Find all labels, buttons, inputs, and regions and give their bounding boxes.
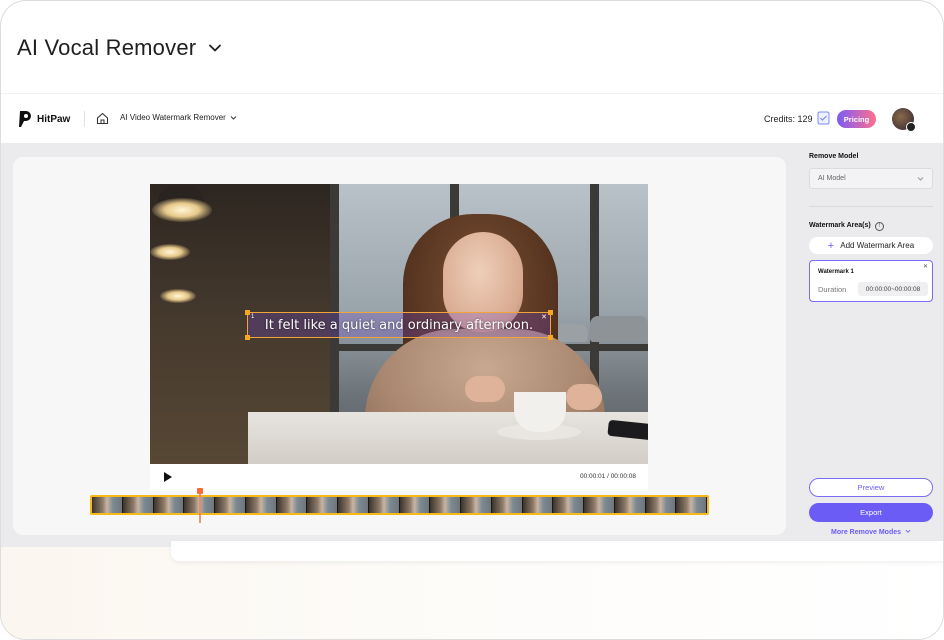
- app-header: HitPaw AI Video Watermark Remover Credit…: [1, 96, 943, 143]
- resize-handle[interactable]: [245, 335, 250, 340]
- plus-icon: +: [827, 239, 835, 252]
- app-frame: AI Vocal Remover HitPaw AI Video Waterma…: [0, 0, 944, 640]
- pricing-button[interactable]: Pricing: [837, 110, 876, 128]
- table: [248, 412, 648, 464]
- timeline-frame: [645, 497, 677, 513]
- timeline-frame: [553, 497, 584, 513]
- play-icon[interactable]: [164, 472, 172, 482]
- duration-label: Duration: [818, 285, 847, 294]
- export-button[interactable]: Export: [809, 503, 933, 522]
- info-icon[interactable]: !: [875, 222, 884, 231]
- watermark-area-card[interactable]: Watermark 1 ✕ Duration 00:00:00~00:00:08: [809, 260, 933, 302]
- brand-name: HitPaw: [37, 113, 71, 125]
- window-edge: [171, 541, 943, 561]
- lamp-glow: [160, 289, 196, 303]
- brand-logo[interactable]: HitPaw: [18, 110, 70, 128]
- playhead-line: [199, 493, 201, 523]
- page-title: AI Vocal Remover: [17, 35, 197, 60]
- more-remove-modes-label: More Remove Modes: [831, 529, 902, 536]
- timeline-frame: [245, 497, 277, 513]
- tool-selector-label: AI Video Watermark Remover: [120, 113, 226, 122]
- chevron-down-icon: [230, 116, 237, 120]
- watermark-index: 1: [251, 314, 255, 320]
- timeline-frame: [430, 497, 461, 513]
- chevron-down-icon: [905, 529, 911, 533]
- car: [590, 316, 648, 342]
- hitpaw-logo-icon: [19, 111, 31, 127]
- duration-range[interactable]: 00:00:00~00:00:08: [858, 282, 928, 296]
- timeline-frame: [338, 497, 369, 513]
- credits-icon: [817, 111, 830, 125]
- watermark-areas-label: Watermark Area(s): [809, 222, 871, 229]
- coffee-cup: [514, 392, 566, 432]
- add-watermark-area-label: Add Watermark Area: [840, 241, 915, 250]
- timeline-frame: [307, 497, 338, 513]
- playhead[interactable]: [197, 488, 203, 523]
- avatar-badge: [906, 122, 916, 132]
- close-icon[interactable]: ✕: [541, 313, 547, 321]
- close-icon[interactable]: ✕: [923, 263, 928, 270]
- timeline-frame: [122, 497, 154, 513]
- header-divider: [84, 111, 85, 127]
- resize-handle[interactable]: [548, 310, 553, 315]
- hand: [566, 384, 602, 410]
- timeline-frame: [153, 497, 185, 513]
- avatar[interactable]: [892, 108, 916, 132]
- preview-button[interactable]: Preview: [809, 478, 933, 497]
- video-controls: 00:00:01 / 00:00:08: [150, 464, 648, 491]
- model-select-value: AI Model: [818, 175, 846, 182]
- timecode: 00:00:01 / 00:00:08: [579, 473, 636, 480]
- divider: [1, 93, 943, 94]
- timeline-frame: [368, 497, 400, 513]
- watermark-selection-box[interactable]: It felt like a quiet and ordinary aftern…: [245, 310, 553, 340]
- timeline-frame: [461, 497, 492, 513]
- home-icon[interactable]: [96, 112, 109, 125]
- timeline-frame: [92, 497, 123, 513]
- timeline-frame: [584, 497, 615, 513]
- resize-handle[interactable]: [245, 310, 250, 315]
- timeline-frame: [522, 497, 554, 513]
- credits-display: Credits: 129: [764, 111, 830, 125]
- page-title-group[interactable]: AI Vocal Remover: [17, 35, 222, 61]
- timeline-frame: [276, 497, 308, 513]
- chevron-down-icon[interactable]: [208, 41, 222, 55]
- credits-label: Credits: 129: [764, 114, 813, 124]
- resize-handle[interactable]: [548, 335, 553, 340]
- timeline[interactable]: [90, 495, 709, 515]
- timeline-frame: [676, 497, 707, 513]
- watermark-text: It felt like a quiet and ordinary aftern…: [264, 317, 534, 333]
- remove-model-label: Remove Model: [809, 153, 859, 160]
- model-select[interactable]: AI Model: [809, 168, 933, 189]
- chevron-down-icon: [917, 177, 924, 181]
- timeline-frame: [215, 497, 246, 513]
- more-remove-modes-link[interactable]: More Remove Modes: [809, 528, 933, 536]
- timeline-frame: [491, 497, 523, 513]
- tool-selector[interactable]: AI Video Watermark Remover: [120, 113, 237, 122]
- hand: [465, 376, 505, 402]
- timeline-frame: [399, 497, 431, 513]
- lamp-glow: [152, 198, 212, 222]
- watermark-area-title: Watermark 1: [818, 269, 854, 275]
- panel-divider: [809, 206, 933, 207]
- add-watermark-area-button[interactable]: + Add Watermark Area: [809, 237, 933, 254]
- timeline-frame: [614, 497, 646, 513]
- lamp-glow: [150, 244, 190, 260]
